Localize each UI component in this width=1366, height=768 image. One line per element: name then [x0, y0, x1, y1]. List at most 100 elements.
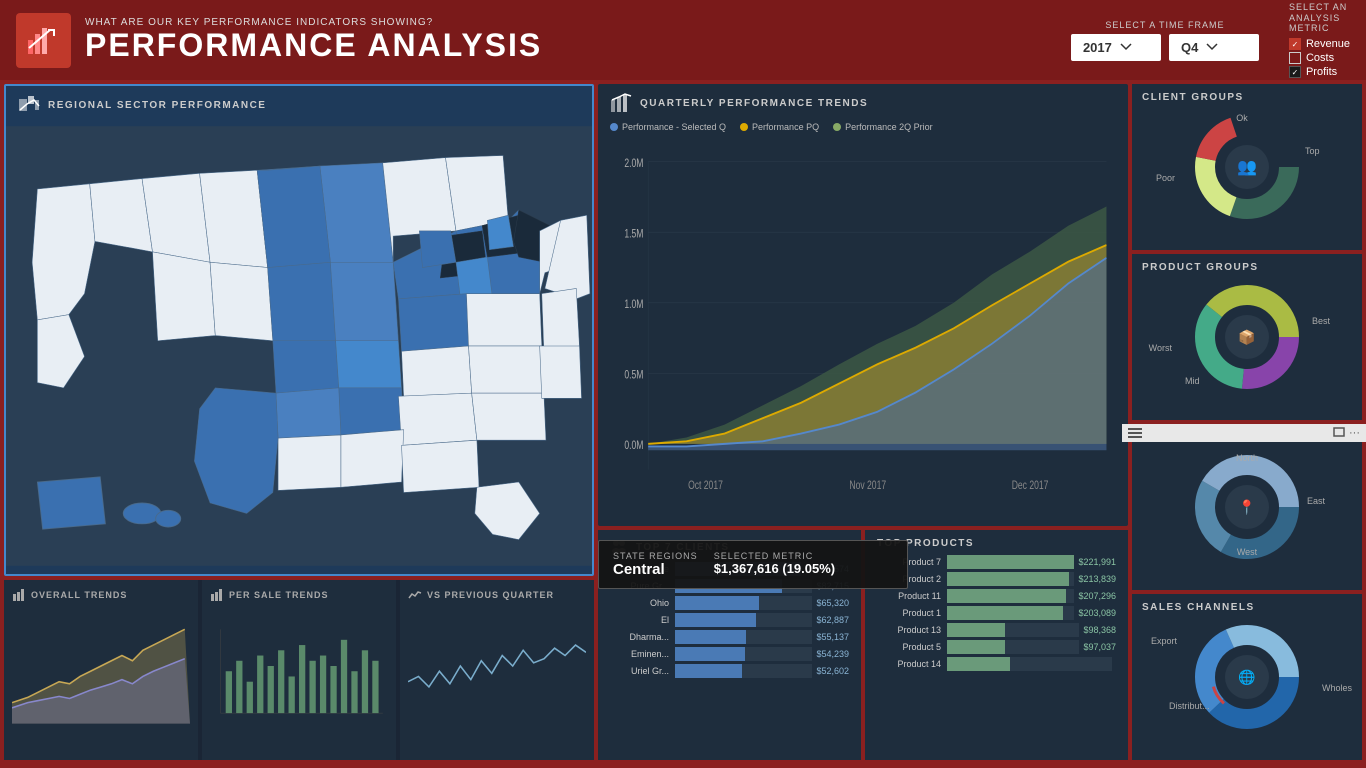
- overall-trends-chart: [12, 606, 190, 726]
- map-panel-title: REGIONAL SECTOR PERFORMANCE: [48, 100, 266, 111]
- per-sale-trends-panel: PER SALE TRENDS: [202, 580, 396, 760]
- product-bar-0: [947, 555, 1074, 569]
- svg-text:Mid: Mid: [1185, 376, 1200, 386]
- product-row-4: Product 13 $98,368: [877, 623, 1116, 637]
- product-bar-wrap-6: [947, 657, 1112, 671]
- regional-groups-chart: 📍 North East West: [1142, 449, 1352, 559]
- svg-text:Worst: Worst: [1149, 343, 1173, 353]
- hamburger-icon: [1128, 428, 1142, 438]
- client-row-6: Uriel Gr... $52,602: [610, 664, 849, 678]
- trends-bottom: OVERALL TRENDS PER SALE TRENDS: [4, 580, 594, 760]
- metric-costs[interactable]: Costs: [1289, 52, 1350, 64]
- legend-2q-prior: Performance 2Q Prior: [833, 122, 933, 132]
- analysis-metric-block: SELECT ANANALYSISMETRIC ✓ Revenue Costs …: [1289, 2, 1350, 78]
- metric-checkboxes: ✓ Revenue Costs ✓ Profits: [1289, 38, 1350, 78]
- metric-profits[interactable]: ✓ Profits: [1289, 66, 1350, 78]
- legend-dot-pq: [740, 123, 748, 131]
- sales-channels-chart: 🌐 Export Distribut... Wholesale: [1142, 619, 1352, 729]
- product-bar-wrap-5: [947, 640, 1079, 654]
- product-bar-2: [947, 589, 1066, 603]
- product-bar-wrap-2: [947, 589, 1074, 603]
- product-bar-6: [947, 657, 1010, 671]
- client-bar-wrap-2: [675, 596, 812, 610]
- client-bar-wrap-6: [675, 664, 812, 678]
- client-bar-wrap-0: [675, 562, 807, 576]
- sales-channels-donut: 🌐 Export Distribut... Wholesale: [1142, 619, 1352, 729]
- ellipsis-icon[interactable]: ···: [1349, 427, 1360, 439]
- us-map-svg: [6, 120, 592, 572]
- client-bar-wrap-3: [675, 613, 812, 627]
- sales-channels-panel: SALES CHANNELS 🌐 Export Distribut... Who…: [1132, 594, 1362, 760]
- svg-text:📍: 📍: [1238, 499, 1255, 516]
- vs-prev-quarter-title: VS PREVIOUS QUARTER: [408, 588, 586, 602]
- svg-text:🌐: 🌐: [1238, 669, 1255, 686]
- product-bar-5: [947, 640, 1005, 654]
- regional-groups-donut: 📍 North East West: [1142, 449, 1352, 559]
- client-row-2: Ohio $65,320: [610, 596, 849, 610]
- product-groups-title: PRODUCT GROUPS: [1142, 262, 1352, 273]
- svg-text:Oct 2017: Oct 2017: [688, 480, 723, 492]
- svg-text:Wholesale: Wholesale: [1322, 683, 1352, 693]
- per-sale-trends-title: PER SALE TRENDS: [210, 588, 388, 602]
- client-bar-2: [675, 596, 759, 610]
- per-sale-icon: [210, 588, 224, 602]
- client-row-4: Dharma... $55,137: [610, 630, 849, 644]
- client-bar-1: [675, 579, 782, 593]
- map-panel: REGIONAL SECTOR PERFORMANCE: [4, 84, 594, 576]
- vs-prev-icon: [408, 588, 422, 602]
- header-icon: [16, 13, 71, 68]
- main-content: REGIONAL SECTOR PERFORMANCE: [0, 80, 1366, 768]
- header-title: PERFORMANCE ANALYSIS: [85, 28, 1071, 63]
- product-groups-panel: PRODUCT GROUPS 📦 Worst Mid Best: [1132, 254, 1362, 420]
- header: WHAT ARE OUR KEY PERFORMANCE INDICATORS …: [0, 0, 1366, 80]
- checkbox-revenue[interactable]: ✓: [1289, 38, 1301, 50]
- regional-overlay-header: ···: [1122, 424, 1366, 442]
- quarterly-legend: Performance - Selected Q Performance PQ …: [598, 118, 1128, 136]
- vs-prev-quarter-panel: VS PREVIOUS QUARTER: [400, 580, 594, 760]
- metric-revenue-label: Revenue: [1306, 38, 1350, 50]
- resize-icon[interactable]: [1333, 427, 1345, 437]
- quarterly-header: QUARTERLY PERFORMANCE TRENDS: [598, 84, 1128, 118]
- client-groups-donut: 👥 Ok Top Poor: [1142, 109, 1352, 219]
- analysis-label: SELECT ANANALYSISMETRIC: [1289, 2, 1347, 34]
- product-row-5: Product 5 $97,037: [877, 640, 1116, 654]
- client-bar-6: [675, 664, 742, 678]
- clients-panel: TOP 7 CLIENTS Medline $101,574 Pure Gr..…: [598, 530, 861, 760]
- client-bar-wrap-1: [675, 579, 812, 593]
- client-row-1: Pure Gr... $82,715: [610, 579, 849, 593]
- quarterly-panel: QUARTERLY PERFORMANCE TRENDS Performance…: [598, 84, 1128, 526]
- svg-text:1.5M: 1.5M: [624, 228, 643, 240]
- product-bar-4: [947, 623, 1005, 637]
- legend-dot-2q: [833, 123, 841, 131]
- legend-selected-q: Performance - Selected Q: [610, 122, 726, 132]
- checkbox-costs[interactable]: [1289, 52, 1301, 64]
- svg-text:📦: 📦: [1238, 329, 1255, 346]
- product-row-1: Product 2 $213,839: [877, 572, 1116, 586]
- svg-text:Dec 2017: Dec 2017: [1012, 480, 1049, 492]
- product-bar-3: [947, 606, 1063, 620]
- clients-products-row: TOP 7 CLIENTS Medline $101,574 Pure Gr..…: [598, 530, 1128, 760]
- product-groups-donut: 📦 Worst Mid Best: [1142, 279, 1352, 389]
- product-bar-wrap-4: [947, 623, 1079, 637]
- products-title: TOP PRODUCTS: [877, 538, 1116, 549]
- year-dropdown[interactable]: 2017: [1071, 34, 1161, 61]
- svg-text:Best: Best: [1312, 316, 1331, 326]
- client-groups-title: CLIENT GROUPS: [1142, 92, 1352, 103]
- product-bar-wrap-0: [947, 555, 1074, 569]
- metric-revenue[interactable]: ✓ Revenue: [1289, 38, 1350, 50]
- client-row-3: El $62,887: [610, 613, 849, 627]
- metric-costs-label: Costs: [1306, 52, 1334, 64]
- legend-pq: Performance PQ: [740, 122, 819, 132]
- checkbox-profits[interactable]: ✓: [1289, 66, 1301, 78]
- right-column: CLIENT GROUPS 👥 Ok Top Poor: [1132, 84, 1362, 760]
- svg-text:Ok: Ok: [1236, 113, 1248, 123]
- client-bar-0: [675, 562, 801, 576]
- svg-text:Export: Export: [1151, 636, 1178, 646]
- quarter-dropdown[interactable]: Q4: [1169, 34, 1259, 61]
- client-row-0: Medline $101,574: [610, 562, 849, 576]
- per-sale-chart: [210, 606, 388, 726]
- svg-text:👥: 👥: [1237, 159, 1257, 176]
- map-panel-header: REGIONAL SECTOR PERFORMANCE: [6, 86, 592, 120]
- svg-text:East: East: [1307, 496, 1326, 506]
- products-list: Product 7 $221,991 Product 2 $213,839 Pr…: [877, 555, 1116, 671]
